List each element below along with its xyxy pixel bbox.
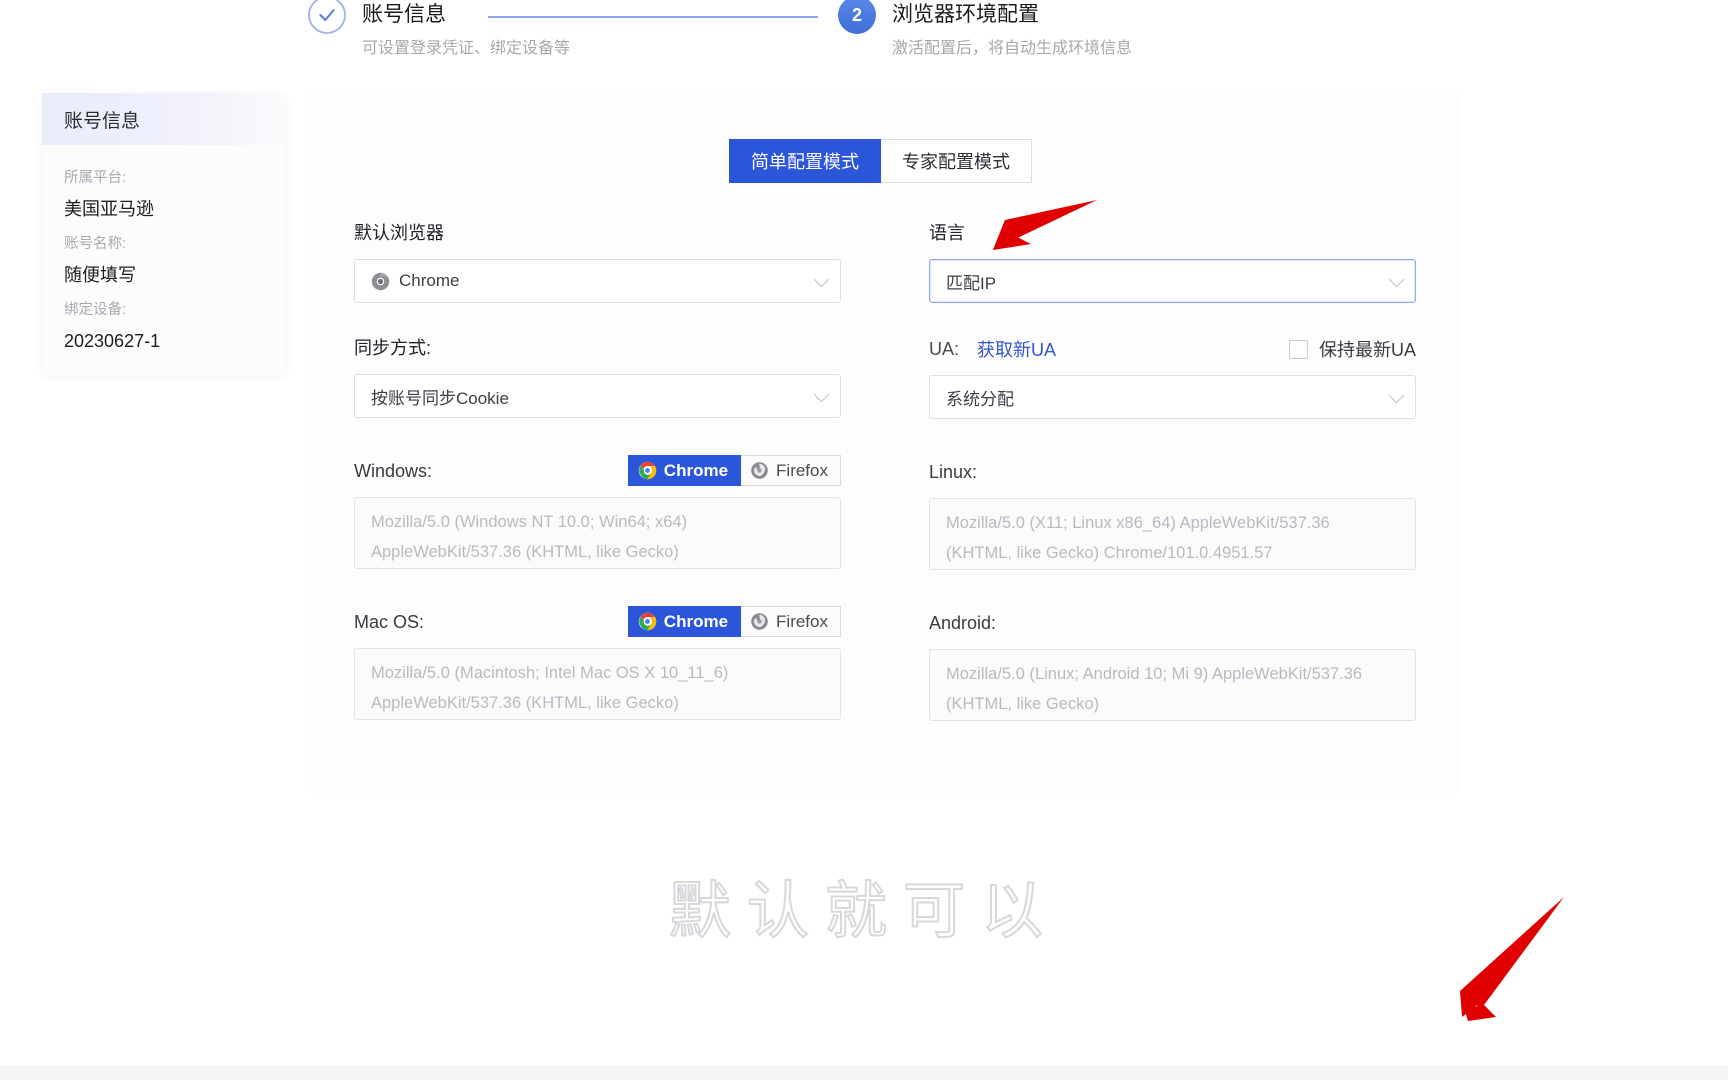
stepper-step-1-subtitle: 可设置登录凭证、绑定设备等 [362, 40, 571, 57]
form-column-left: 默认浏览器 Chrome 同步方式: 按账号同步Cookie Windows: … [354, 220, 841, 720]
language-value: 匹配IP [946, 273, 997, 293]
config-mode-tabs: 简单配置模式 专家配置模式 [729, 139, 1032, 183]
macos-chrome-label: Chrome [663, 611, 729, 631]
chevron-down-icon [813, 271, 830, 288]
account-platform-label: 所属平台: [64, 170, 127, 186]
account-name-label: 账号名称: [64, 236, 127, 252]
keep-latest-ua-checkbox[interactable] [1288, 339, 1308, 359]
check-icon [308, 0, 346, 34]
firefox-icon [751, 613, 768, 630]
windows-ua-row-header: Windows: Chrome Firefox [354, 455, 841, 486]
macos-label: Mac OS: [354, 611, 425, 632]
stepper-step-1-text: 账号信息 可设置登录凭证、绑定设备等 [362, 0, 570, 62]
stepper-step-2-badge: 2 [838, 0, 876, 34]
language-label: 语言 [929, 223, 965, 243]
stepper-step-browser-env[interactable]: 2 浏览器环境配置 激活配置后，将自动生成环境信息 [838, 0, 1132, 62]
chrome-color-icon [638, 612, 657, 631]
ua-label: UA: [929, 338, 960, 359]
keep-latest-ua-label: 保持最新UA [1318, 340, 1416, 360]
tab-expert-mode[interactable]: 专家配置模式 [881, 139, 1032, 183]
default-browser-label: 默认浏览器 [354, 223, 444, 243]
windows-browser-toggle: Chrome Firefox [627, 455, 841, 486]
watermark-text: 默认就可以 [668, 876, 1059, 947]
keep-latest-ua-group: 保持最新UA [1288, 336, 1416, 362]
stepper-step-2-text: 浏览器环境配置 激活配置后，将自动生成环境信息 [892, 0, 1132, 62]
windows-ua-textarea-wrap: Mozilla/5.0 (Windows NT 10.0; Win64; x64… [354, 497, 841, 569]
stepper-step-2-subtitle: 激活配置后，将自动生成环境信息 [892, 40, 1133, 57]
chevron-down-icon [813, 386, 830, 403]
language-select[interactable]: 匹配IP [929, 259, 1416, 303]
macos-ua-textarea[interactable]: Mozilla/5.0 (Macintosh; Intel Mac OS X 1… [354, 648, 841, 720]
macos-ua-textarea-wrap: Mozilla/5.0 (Macintosh; Intel Mac OS X 1… [354, 648, 841, 720]
browser-env-panel: 简单配置模式 专家配置模式 默认浏览器 Chrome 同步方式: 按账号同步Co… [310, 93, 1460, 793]
chevron-down-icon [1388, 271, 1405, 288]
macos-ua-row-header: Mac OS: Chrome Firefox [354, 606, 841, 637]
macos-chrome-button[interactable]: Chrome [627, 606, 742, 637]
sync-mode-value: 按账号同步Cookie [371, 388, 509, 408]
sync-mode-select[interactable]: 按账号同步Cookie [354, 374, 841, 418]
bottom-bar [0, 1066, 1728, 1080]
linux-ua-textarea-wrap: Mozilla/5.0 (X11; Linux x86_64) AppleWeb… [929, 498, 1416, 570]
account-platform-value: 美国亚马逊 [64, 199, 154, 219]
macos-firefox-button[interactable]: Firefox [741, 606, 841, 637]
account-info-card-body: 所属平台: 美国亚马逊 账号名称: 随便填写 绑定设备: 20230627-1 [42, 145, 286, 357]
linux-ua-row-header: Linux: [929, 456, 1416, 487]
android-ua-textarea[interactable]: Mozilla/5.0 (Linux; Android 10; Mi 9) Ap… [929, 649, 1416, 721]
windows-firefox-label: Firefox [776, 460, 828, 480]
windows-chrome-label: Chrome [663, 460, 729, 480]
tab-simple-mode[interactable]: 简单配置模式 [729, 139, 881, 183]
android-label: Android: [929, 612, 997, 633]
stepper-step-2-title: 浏览器环境配置 [892, 3, 1039, 26]
stepper-step-account-info[interactable]: 账号信息 可设置登录凭证、绑定设备等 [308, 0, 570, 62]
sync-mode-label: 同步方式: [354, 338, 432, 358]
android-ua-row-header: Android: [929, 607, 1416, 638]
chrome-color-icon [638, 461, 657, 480]
ua-allocation-select[interactable]: 系统分配 [929, 375, 1416, 419]
windows-label: Windows: [354, 460, 433, 481]
windows-ua-textarea[interactable]: Mozilla/5.0 (Windows NT 10.0; Win64; x64… [354, 497, 841, 569]
macos-browser-toggle: Chrome Firefox [627, 606, 841, 637]
get-new-ua-link[interactable]: 获取新UA [977, 336, 1056, 362]
form-column-right: 语言 匹配IP UA: 获取新UA 保持最新UA 系统分配 Linux: Moz… [929, 220, 1416, 721]
macos-firefox-label: Firefox [776, 611, 828, 631]
page-root: 账号信息 可设置登录凭证、绑定设备等 2 浏览器环境配置 激活配置后，将自动生成… [0, 0, 1728, 1080]
bound-device-value: 20230627-1 [64, 331, 161, 351]
linux-label: Linux: [929, 461, 978, 482]
android-ua-textarea-wrap: Mozilla/5.0 (Linux; Android 10; Mi 9) Ap… [929, 649, 1416, 721]
account-name-value: 随便填写 [64, 265, 136, 285]
default-browser-value: Chrome [399, 271, 460, 290]
bound-device-label: 绑定设备: [64, 302, 127, 318]
default-browser-select[interactable]: Chrome [354, 259, 841, 303]
ua-control-row: UA: 获取新UA 保持最新UA [929, 336, 1416, 362]
firefox-icon [751, 462, 768, 479]
chevron-down-icon [1388, 387, 1405, 404]
account-info-card: 账号信息 所属平台: 美国亚马逊 账号名称: 随便填写 绑定设备: 202306… [42, 93, 286, 376]
stepper: 账号信息 可设置登录凭证、绑定设备等 2 浏览器环境配置 激活配置后，将自动生成… [0, 0, 1728, 88]
stepper-step-1-title: 账号信息 [362, 3, 446, 26]
windows-chrome-button[interactable]: Chrome [627, 455, 742, 486]
account-info-card-header: 账号信息 [42, 93, 286, 145]
chrome-icon [371, 272, 390, 291]
ua-allocation-value: 系统分配 [946, 389, 1014, 409]
linux-ua-textarea[interactable]: Mozilla/5.0 (X11; Linux x86_64) AppleWeb… [929, 498, 1416, 570]
windows-firefox-button[interactable]: Firefox [741, 455, 841, 486]
